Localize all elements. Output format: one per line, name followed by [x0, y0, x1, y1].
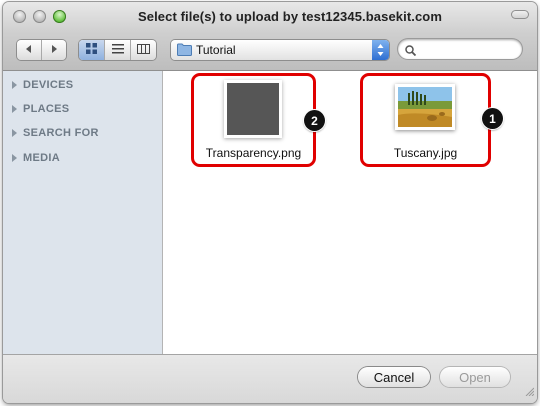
sidebar-section-devices[interactable]: DEVICES [12, 79, 73, 91]
minimize-window-button[interactable] [33, 10, 46, 23]
file-item-transparency[interactable]: Transparency.png [191, 73, 316, 167]
window-title: Select file(s) to upload by test12345.ba… [137, 9, 442, 24]
icon-view-button[interactable] [79, 40, 105, 60]
sidebar-section-search-for[interactable]: SEARCH FOR [12, 127, 99, 139]
toolbar-toggle-button[interactable] [511, 10, 529, 19]
back-button[interactable] [17, 40, 42, 60]
sidebar-section-label: DEVICES [23, 79, 74, 91]
file-thumbnail-icon [227, 83, 279, 135]
sidebar-section-media[interactable]: MEDIA [12, 152, 60, 164]
disclosure-triangle-icon [12, 154, 17, 162]
back-arrow-icon [24, 44, 34, 57]
columns-icon [137, 41, 150, 59]
location-label: Tutorial [196, 43, 236, 57]
titlebar: Select file(s) to upload by test12345.ba… [3, 2, 537, 71]
search-icon [405, 43, 417, 61]
sidebar-section-label: SEARCH FOR [23, 127, 99, 139]
file-name: Transparency.png [205, 146, 302, 160]
resize-grip-icon[interactable] [524, 383, 535, 401]
back-forward-control [17, 40, 66, 60]
popup-stepper-icon [372, 40, 389, 60]
sidebar-section-places[interactable]: PLACES [12, 103, 69, 115]
callout-badge: 1 [482, 108, 503, 129]
file-item-tuscany[interactable]: Tuscany.jpg [360, 73, 491, 167]
file-upload-dialog: Select file(s) to upload by test12345.ba… [3, 2, 537, 403]
forward-arrow-icon [49, 44, 59, 57]
forward-button[interactable] [42, 40, 66, 60]
list-lines-icon [111, 41, 124, 59]
disclosure-triangle-icon [12, 129, 17, 137]
search-field[interactable] [398, 39, 522, 59]
folder-icon [177, 43, 192, 61]
dialog-footer: Cancel Open [3, 354, 537, 403]
image-thumbnail-icon [395, 84, 455, 130]
callout-badge: 2 [304, 110, 325, 131]
file-browser-content: Transparency.png 2 Tuscany.jpg 1 [163, 71, 537, 354]
disclosure-triangle-icon [12, 81, 17, 89]
sidebar-section-label: PLACES [23, 103, 70, 115]
open-button[interactable]: Open [440, 367, 510, 387]
view-mode-control [79, 40, 156, 60]
zoom-window-button[interactable] [53, 10, 66, 23]
location-popup[interactable]: Tutorial [171, 40, 389, 60]
close-window-button[interactable] [13, 10, 26, 23]
sidebar: DEVICES PLACES SEARCH FOR MEDIA [3, 71, 163, 354]
column-view-button[interactable] [131, 40, 156, 60]
list-view-button[interactable] [105, 40, 131, 60]
disclosure-triangle-icon [12, 105, 17, 113]
search-input[interactable] [420, 41, 516, 59]
icon-grid-icon [86, 41, 97, 59]
sidebar-section-label: MEDIA [23, 152, 60, 164]
cancel-button[interactable]: Cancel [358, 367, 430, 387]
file-name: Tuscany.jpg [393, 146, 458, 160]
